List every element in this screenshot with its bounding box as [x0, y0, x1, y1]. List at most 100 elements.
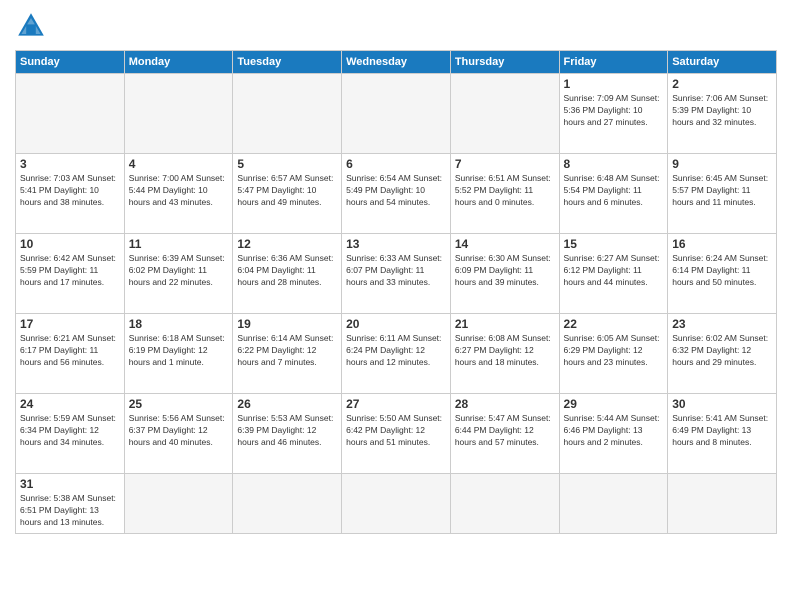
day-number: 2 — [672, 77, 772, 91]
day-number: 21 — [455, 317, 555, 331]
calendar-cell: 17Sunrise: 6:21 AM Sunset: 6:17 PM Dayli… — [16, 314, 125, 394]
day-info: Sunrise: 6:48 AM Sunset: 5:54 PM Dayligh… — [564, 173, 664, 209]
calendar-cell: 28 Sunrise: 5:47 AM Sunset: 6:44 PM Dayli… — [450, 394, 559, 474]
day-info: Sunrise: 6:02 AM Sunset: 6:32 PM Dayligh… — [672, 333, 772, 369]
calendar-cell — [450, 74, 559, 154]
calendar-cell: 8 Sunrise: 6:48 AM Sunset: 5:54 PM Daylig… — [559, 154, 668, 234]
day-info: Sunrise: 7:06 AM Sunset: 5:39 PM Dayligh… — [672, 93, 772, 129]
calendar-cell: 2 Sunrise: 7:06 AM Sunset: 5:39 PM Daylig… — [668, 74, 777, 154]
day-number: 29 — [564, 397, 664, 411]
calendar-week-row: 3 Sunrise: 7:03 AM Sunset: 5:41 PM Daylig… — [16, 154, 777, 234]
day-number: 8 — [564, 157, 664, 171]
day-number: 31 — [20, 477, 120, 491]
calendar-cell: 21 Sunrise: 6:08 AM Sunset: 6:27 PM Dayli… — [450, 314, 559, 394]
day-number: 7 — [455, 157, 555, 171]
day-info: Sunrise: 6:05 AM Sunset: 6:29 PM Dayligh… — [564, 333, 664, 369]
day-info: Sunrise: 5:41 AM Sunset: 6:49 PM Dayligh… — [672, 413, 772, 449]
calendar-cell: 23 Sunrise: 6:02 AM Sunset: 6:32 PM Dayli… — [668, 314, 777, 394]
calendar-cell: 4Sunrise: 7:00 AM Sunset: 5:44 PM Daylig… — [124, 154, 233, 234]
weekday-header-wednesday: Wednesday — [342, 51, 451, 74]
calendar-cell: 26Sunrise: 5:53 AM Sunset: 6:39 PM Dayli… — [233, 394, 342, 474]
day-info: Sunrise: 5:56 AM Sunset: 6:37 PM Dayligh… — [129, 413, 229, 449]
calendar-cell: 10 Sunrise: 6:42 AM Sunset: 5:59 PM Dayli… — [16, 234, 125, 314]
day-info: Sunrise: 5:44 AM Sunset: 6:46 PM Dayligh… — [564, 413, 664, 449]
calendar-week-row: 31 Sunrise: 5:38 AM Sunset: 6:51 PM Dayli… — [16, 474, 777, 534]
day-number: 9 — [672, 157, 772, 171]
calendar-cell — [124, 474, 233, 534]
day-number: 19 — [237, 317, 337, 331]
calendar-cell — [233, 474, 342, 534]
calendar-cell: 29 Sunrise: 5:44 AM Sunset: 6:46 PM Dayli… — [559, 394, 668, 474]
day-info: Sunrise: 7:00 AM Sunset: 5:44 PM Dayligh… — [129, 173, 229, 209]
logo — [15, 10, 51, 42]
day-info: Sunrise: 5:53 AM Sunset: 6:39 PM Dayligh… — [237, 413, 337, 449]
day-number: 5 — [237, 157, 337, 171]
calendar-cell: 25 Sunrise: 5:56 AM Sunset: 6:37 PM Dayli… — [124, 394, 233, 474]
calendar-cell — [124, 74, 233, 154]
day-info: Sunrise: 6:36 AM Sunset: 6:04 PM Dayligh… — [237, 253, 337, 289]
calendar-cell: 15Sunrise: 6:27 AM Sunset: 6:12 PM Dayli… — [559, 234, 668, 314]
day-info: Sunrise: 6:27 AM Sunset: 6:12 PM Dayligh… — [564, 253, 664, 289]
day-number: 16 — [672, 237, 772, 251]
calendar-cell: 13 Sunrise: 6:33 AM Sunset: 6:07 PM Dayli… — [342, 234, 451, 314]
day-number: 24 — [20, 397, 120, 411]
day-info: Sunrise: 6:11 AM Sunset: 6:24 PM Dayligh… — [346, 333, 446, 369]
calendar-cell — [668, 474, 777, 534]
day-info: Sunrise: 6:54 AM Sunset: 5:49 PM Dayligh… — [346, 173, 446, 209]
weekday-header-friday: Friday — [559, 51, 668, 74]
calendar-cell: 9Sunrise: 6:45 AM Sunset: 5:57 PM Daylig… — [668, 154, 777, 234]
day-info: Sunrise: 6:08 AM Sunset: 6:27 PM Dayligh… — [455, 333, 555, 369]
calendar-cell: 16Sunrise: 6:24 AM Sunset: 6:14 PM Dayli… — [668, 234, 777, 314]
calendar-cell — [16, 74, 125, 154]
logo-icon — [15, 10, 47, 42]
calendar-cell: 14Sunrise: 6:30 AM Sunset: 6:09 PM Dayli… — [450, 234, 559, 314]
day-number: 28 — [455, 397, 555, 411]
day-info: Sunrise: 6:42 AM Sunset: 5:59 PM Dayligh… — [20, 253, 120, 289]
day-number: 18 — [129, 317, 229, 331]
day-info: Sunrise: 6:33 AM Sunset: 6:07 PM Dayligh… — [346, 253, 446, 289]
calendar-cell: 20Sunrise: 6:11 AM Sunset: 6:24 PM Dayli… — [342, 314, 451, 394]
day-info: Sunrise: 5:38 AM Sunset: 6:51 PM Dayligh… — [20, 493, 120, 529]
calendar-week-row: 1Sunrise: 7:09 AM Sunset: 5:36 PM Daylig… — [16, 74, 777, 154]
day-info: Sunrise: 6:30 AM Sunset: 6:09 PM Dayligh… — [455, 253, 555, 289]
day-info: Sunrise: 6:18 AM Sunset: 6:19 PM Dayligh… — [129, 333, 229, 369]
day-number: 27 — [346, 397, 446, 411]
calendar-cell: 1Sunrise: 7:09 AM Sunset: 5:36 PM Daylig… — [559, 74, 668, 154]
day-info: Sunrise: 6:39 AM Sunset: 6:02 PM Dayligh… — [129, 253, 229, 289]
calendar-table: SundayMondayTuesdayWednesdayThursdayFrid… — [15, 50, 777, 534]
day-info: Sunrise: 6:14 AM Sunset: 6:22 PM Dayligh… — [237, 333, 337, 369]
day-number: 23 — [672, 317, 772, 331]
weekday-header-monday: Monday — [124, 51, 233, 74]
day-info: Sunrise: 7:03 AM Sunset: 5:41 PM Dayligh… — [20, 173, 120, 209]
day-info: Sunrise: 5:47 AM Sunset: 6:44 PM Dayligh… — [455, 413, 555, 449]
day-number: 22 — [564, 317, 664, 331]
calendar-cell — [559, 474, 668, 534]
day-info: Sunrise: 7:09 AM Sunset: 5:36 PM Dayligh… — [564, 93, 664, 129]
day-info: Sunrise: 6:21 AM Sunset: 6:17 PM Dayligh… — [20, 333, 120, 369]
header — [15, 10, 777, 42]
day-info: Sunrise: 5:59 AM Sunset: 6:34 PM Dayligh… — [20, 413, 120, 449]
calendar-cell: 6Sunrise: 6:54 AM Sunset: 5:49 PM Daylig… — [342, 154, 451, 234]
day-number: 30 — [672, 397, 772, 411]
calendar-cell: 11Sunrise: 6:39 AM Sunset: 6:02 PM Dayli… — [124, 234, 233, 314]
calendar-cell — [450, 474, 559, 534]
calendar-cell: 5Sunrise: 6:57 AM Sunset: 5:47 PM Daylig… — [233, 154, 342, 234]
day-number: 3 — [20, 157, 120, 171]
day-info: Sunrise: 5:50 AM Sunset: 6:42 PM Dayligh… — [346, 413, 446, 449]
weekday-header-saturday: Saturday — [668, 51, 777, 74]
calendar-week-row: 10 Sunrise: 6:42 AM Sunset: 5:59 PM Dayli… — [16, 234, 777, 314]
calendar-cell: 12Sunrise: 6:36 AM Sunset: 6:04 PM Dayli… — [233, 234, 342, 314]
calendar-page: SundayMondayTuesdayWednesdayThursdayFrid… — [0, 0, 792, 612]
calendar-cell — [233, 74, 342, 154]
day-number: 10 — [20, 237, 120, 251]
calendar-cell — [342, 74, 451, 154]
calendar-cell — [342, 474, 451, 534]
calendar-cell: 7Sunrise: 6:51 AM Sunset: 5:52 PM Daylig… — [450, 154, 559, 234]
calendar-week-row: 17Sunrise: 6:21 AM Sunset: 6:17 PM Dayli… — [16, 314, 777, 394]
calendar-cell: 27 Sunrise: 5:50 AM Sunset: 6:42 PM Dayli… — [342, 394, 451, 474]
calendar-week-row: 24 Sunrise: 5:59 AM Sunset: 6:34 PM Dayli… — [16, 394, 777, 474]
calendar-cell: 30 Sunrise: 5:41 AM Sunset: 6:49 PM Dayli… — [668, 394, 777, 474]
weekday-header-thursday: Thursday — [450, 51, 559, 74]
day-number: 25 — [129, 397, 229, 411]
day-number: 13 — [346, 237, 446, 251]
